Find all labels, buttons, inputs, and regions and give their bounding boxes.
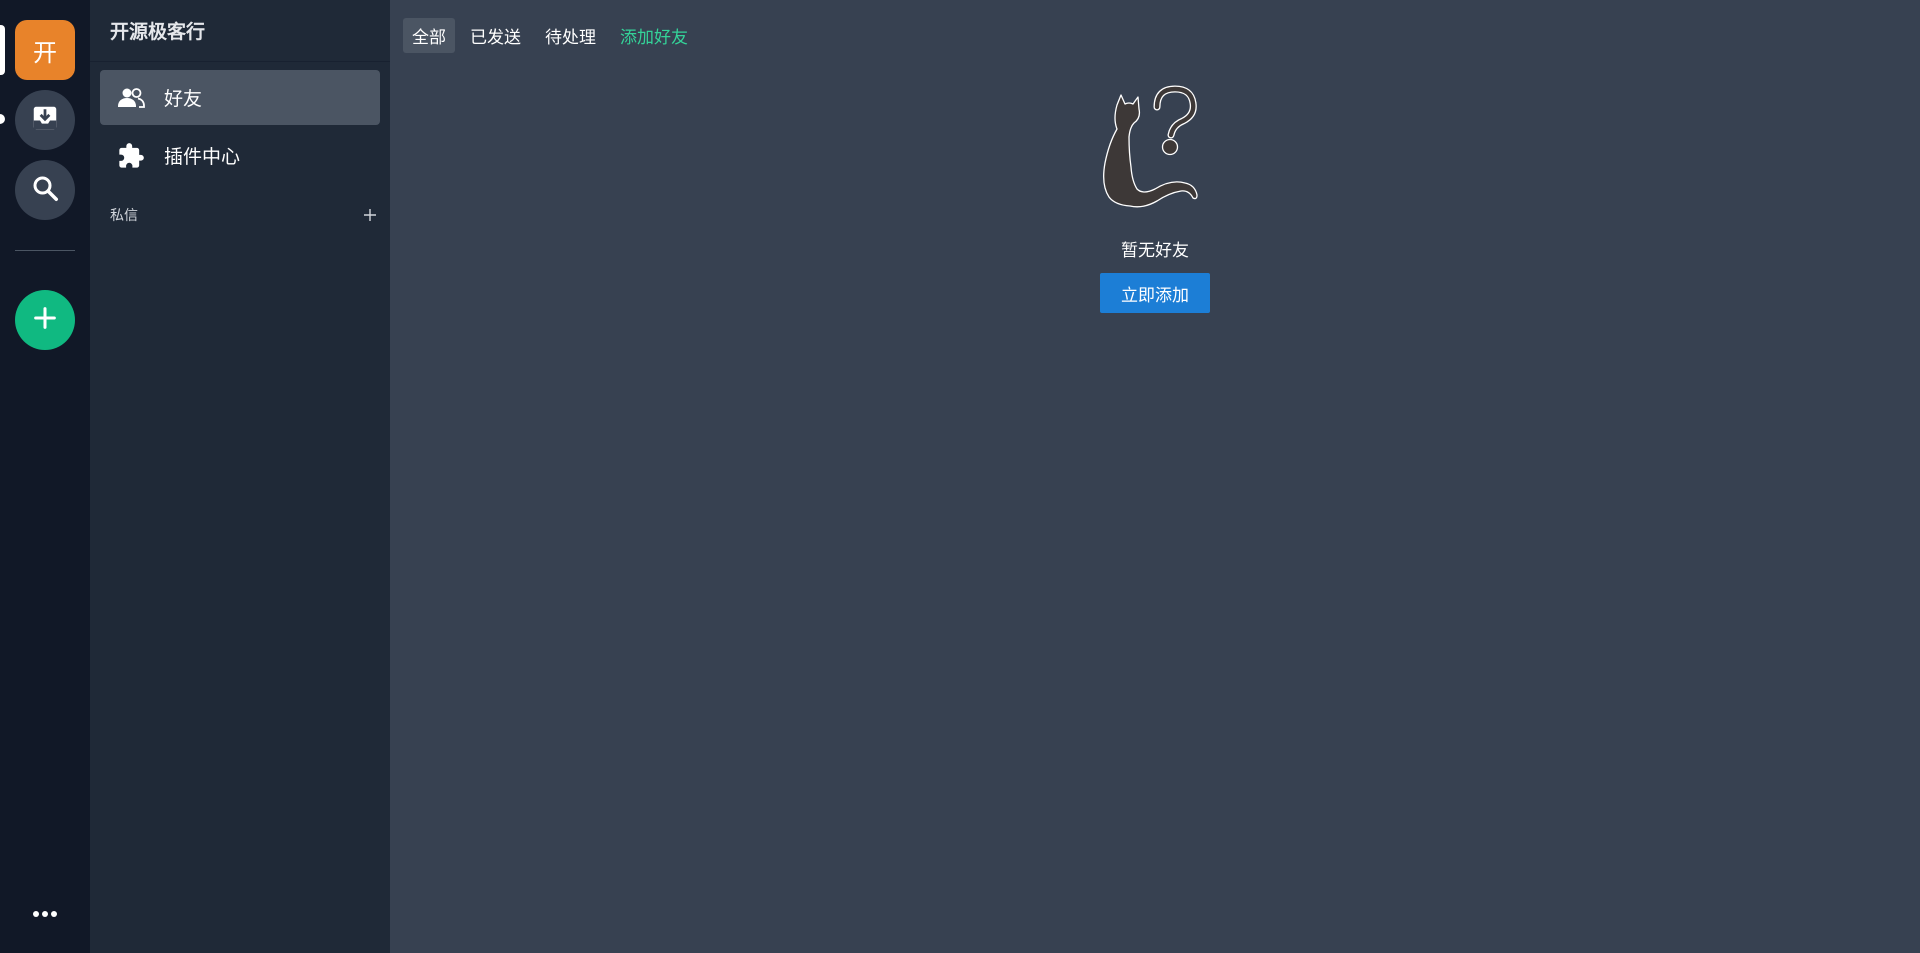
inbox-download-icon xyxy=(30,103,60,137)
sidebar-item-plugins[interactable]: 插件中心 xyxy=(100,128,380,183)
sidebar-item-label: 插件中心 xyxy=(164,146,241,168)
inbox-button[interactable] xyxy=(15,90,75,150)
unread-indicator xyxy=(0,114,5,124)
plus-icon xyxy=(364,209,376,221)
dm-section-label: 私信 xyxy=(110,208,138,224)
friends-tabs: 全部 已发送 待处理 添加好友 xyxy=(403,18,697,53)
add-friend-now-button[interactable]: 立即添加 xyxy=(1100,273,1210,313)
sidebar: 开源极客行 好友 插件中心 私信 xyxy=(90,0,390,953)
sidebar-header: 开源极客行 xyxy=(90,0,390,62)
add-server-button[interactable] xyxy=(15,290,75,350)
tab-sent[interactable]: 已发送 xyxy=(461,18,530,53)
tab-pending[interactable]: 待处理 xyxy=(536,18,605,53)
add-dm-button[interactable] xyxy=(360,205,380,225)
friends-icon xyxy=(116,83,146,113)
tab-add-friend[interactable]: 添加好友 xyxy=(611,18,697,53)
more-button[interactable] xyxy=(15,898,75,930)
empty-state: 暂无好友 立即添加 xyxy=(390,85,1920,313)
more-horizontal-icon xyxy=(33,911,39,917)
search-icon xyxy=(30,173,60,207)
server-button[interactable]: 开 xyxy=(15,20,75,80)
server-rail: 开 xyxy=(0,0,90,953)
dm-section-header: 私信 xyxy=(110,205,380,225)
cat-question-illustration xyxy=(1085,85,1215,230)
search-button[interactable] xyxy=(15,160,75,220)
puzzle-icon xyxy=(116,141,146,171)
sidebar-item-friends[interactable]: 好友 xyxy=(100,70,380,125)
plus-icon xyxy=(31,304,59,336)
active-server-indicator xyxy=(0,25,5,75)
sidebar-item-label: 好友 xyxy=(164,88,203,110)
server-initial: 开 xyxy=(33,38,57,67)
tab-all[interactable]: 全部 xyxy=(403,18,455,53)
server-name: 开源极客行 xyxy=(110,21,206,43)
main-content: 全部 已发送 待处理 添加好友 暂无好友 立即添加 xyxy=(390,0,1920,953)
rail-divider xyxy=(15,250,75,251)
empty-state-text: 暂无好友 xyxy=(1121,241,1189,261)
